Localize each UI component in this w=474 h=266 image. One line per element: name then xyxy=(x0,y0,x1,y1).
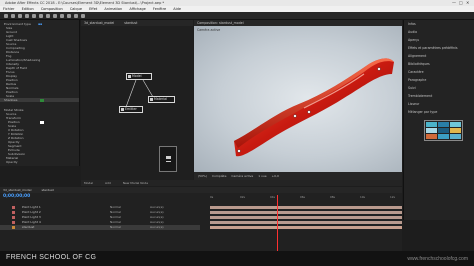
layer-bar[interactable] xyxy=(210,210,402,214)
layer-bar[interactable] xyxy=(210,205,402,209)
panel-paragraph[interactable]: Paragraphe xyxy=(408,78,426,83)
layer-bar[interactable] xyxy=(210,220,402,224)
menu-window[interactable]: Fenêtre xyxy=(153,7,166,11)
list-item[interactable]: Opacity xyxy=(0,160,79,164)
tab-timeline-stardust[interactable]: stardust xyxy=(41,188,53,192)
current-timecode[interactable]: 0;00;00;00 xyxy=(3,194,30,199)
model-node-icon xyxy=(128,75,131,78)
brush-tool-icon[interactable] xyxy=(74,14,78,18)
viewer-bottom-bar: (50%) Complète Caméra active 1 vue +0,0 xyxy=(194,172,402,180)
layer-tracks xyxy=(210,205,402,251)
tab-composition[interactable]: Composition: stardust_model xyxy=(197,21,244,25)
app-window: Adobe After Effects CC 2018 - E:\Courses… xyxy=(0,0,474,266)
shape-tool-icon[interactable] xyxy=(53,14,57,18)
menu-layer[interactable]: Calque xyxy=(70,7,82,11)
table-row[interactable]: stardust Normal Aucun(e) xyxy=(0,225,200,230)
panel-smoother[interactable]: Lisseur xyxy=(408,102,419,107)
right-panels: Infos Audio Aperçu Effets et paramètres … xyxy=(403,20,474,220)
panel-wiggler[interactable]: Tremblotement xyxy=(408,94,432,99)
model-node[interactable]: Model xyxy=(126,73,152,80)
status-add[interactable]: Add xyxy=(105,181,111,185)
home-icon[interactable] xyxy=(4,14,8,18)
table-row[interactable]: Point Light 4 Normal Aucun(e) xyxy=(0,220,200,225)
panel-libraries[interactable]: Bibliothèques xyxy=(408,62,430,67)
layer-bar[interactable] xyxy=(210,215,402,219)
color-swatch[interactable] xyxy=(40,98,44,102)
panel-tracker[interactable]: Suivi xyxy=(408,86,416,91)
color-theme-frame xyxy=(424,120,463,141)
menu-edit[interactable]: Edition xyxy=(22,7,34,11)
watermark-url: www.frenchschoolofcg.com xyxy=(407,256,468,262)
node-status-bar: Model Add New Model Node xyxy=(81,180,402,186)
emitter-node[interactable]: Emitter xyxy=(119,106,143,113)
window-title: Adobe After Effects CC 2018 - E:\Courses… xyxy=(5,1,165,5)
panel-preview[interactable]: Aperçu xyxy=(408,38,419,43)
zoom-level[interactable]: (50%) xyxy=(198,174,207,178)
composition-viewer: Composition: stardust_model Caméra activ… xyxy=(194,20,402,180)
menu-file[interactable]: Fichier xyxy=(3,7,14,11)
table-row[interactable]: Point Light 1 Normal Aucun(e) xyxy=(0,205,200,210)
material-node-icon xyxy=(150,98,153,101)
red-3d-ribbon-model xyxy=(234,58,394,157)
material-node[interactable]: Material xyxy=(148,96,175,103)
menu-help[interactable]: Aide xyxy=(173,7,181,11)
tools-toolbar xyxy=(0,12,474,20)
watermark-strip: FRENCH SCHOOL OF CG www.frenchschoolofcg… xyxy=(0,251,474,266)
list-item[interactable]: Shadows xyxy=(0,98,79,102)
tab-timeline-stardust-model[interactable]: 3d_stardust_model xyxy=(3,188,31,192)
emitter-node-icon xyxy=(121,108,124,111)
table-row[interactable]: Point Light 2 Normal Aucun(e) xyxy=(0,210,200,215)
pen-tool-icon[interactable] xyxy=(60,14,64,18)
panel-character[interactable]: Caractère xyxy=(408,70,424,75)
time-ruler[interactable]: 0s 02s 04s 06s 08s 10s 12s xyxy=(210,195,402,201)
status-new-node[interactable]: New Model Node xyxy=(123,181,148,185)
camera-tool-icon[interactable] xyxy=(39,14,43,18)
table-row[interactable]: Point Light 3 Normal Aucun(e) xyxy=(0,215,200,220)
status-model: Model xyxy=(84,181,94,185)
menu-view[interactable]: Affichage xyxy=(129,7,145,11)
text-tool-icon[interactable] xyxy=(67,14,71,18)
watermark-text: FRENCH SCHOOL OF CG xyxy=(6,254,97,261)
timeline-panel: 3d_stardust_model stardust 0;00;00;00 0s… xyxy=(0,187,402,251)
menu-animation[interactable]: Animation xyxy=(104,7,122,11)
views-select[interactable]: 1 vue xyxy=(258,174,266,178)
pan-behind-tool-icon[interactable] xyxy=(46,14,50,18)
panel-effects-presets[interactable]: Effets et paramètres prédéfinis xyxy=(408,46,458,51)
puppet-tool-icon[interactable] xyxy=(81,14,85,18)
menu-effect[interactable]: Effet xyxy=(89,7,97,11)
rotate-tool-icon[interactable] xyxy=(32,14,36,18)
panel-info[interactable]: Infos xyxy=(408,22,416,27)
panel-align[interactable]: Alignement xyxy=(408,54,426,59)
node-graph-panel: 3d_stardust_model stardust Model Emitter… xyxy=(81,20,193,180)
active-camera-label: Caméra active xyxy=(197,28,221,32)
hand-tool-icon[interactable] xyxy=(18,14,22,18)
node-preview-thumbnail xyxy=(159,146,177,172)
comp-canvas[interactable]: Caméra active xyxy=(194,26,402,172)
camera-select[interactable]: Caméra active xyxy=(231,174,253,178)
panel-blend-by-type[interactable]: Mélanger par type xyxy=(408,110,437,115)
playhead[interactable] xyxy=(277,195,278,251)
exposure-value[interactable]: +0,0 xyxy=(272,174,279,178)
menu-composition[interactable]: Composition xyxy=(41,7,63,11)
selection-tool-icon[interactable] xyxy=(11,14,15,18)
timeline-tabs: 3d_stardust_model stardust xyxy=(0,187,402,193)
resolution-select[interactable]: Complète xyxy=(212,174,226,178)
layer-bar[interactable] xyxy=(210,225,402,229)
zoom-tool-icon[interactable] xyxy=(25,14,29,18)
effect-controls-panel: Environment type ▪▪ Size Ground Light Cas… xyxy=(0,20,80,166)
panel-audio[interactable]: Audio xyxy=(408,30,417,35)
